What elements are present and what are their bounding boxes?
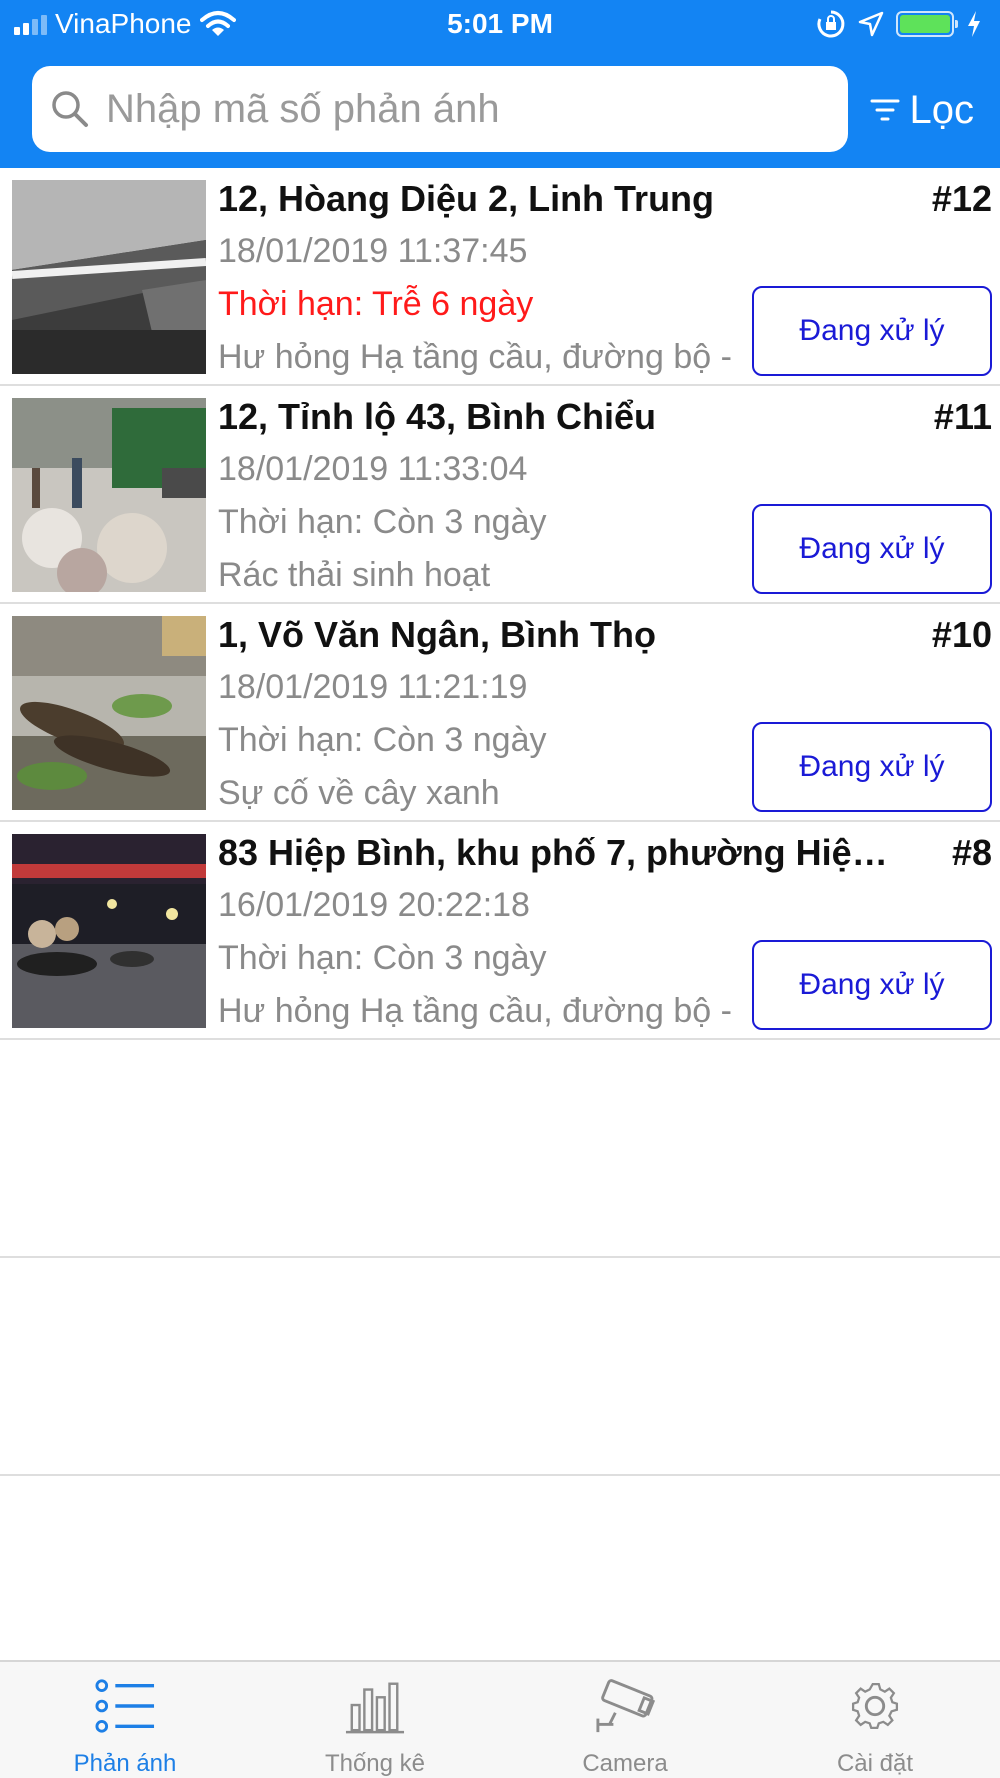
report-datetime: 18/01/2019 11:37:45 (218, 232, 528, 270)
report-row[interactable]: 12, Hòang Diệu 2, Linh Trung #12 18/01/2… (0, 168, 1000, 386)
tab-cai-dat[interactable]: Cài đặt (750, 1662, 1000, 1778)
bar-chart-icon (345, 1682, 405, 1734)
report-deadline: Thời hạn: Trễ 6 ngày (218, 285, 534, 323)
report-row[interactable]: 83 Hiệp Bình, khu phố 7, phường Hiệp B..… (0, 822, 1000, 1040)
tab-bar: Phản ánh Thống kê Camera Cài đặt (0, 1660, 1000, 1778)
status-button[interactable]: Đang xử lý (752, 286, 992, 376)
report-address: 1, Võ Văn Ngân, Bình Thọ (218, 614, 657, 655)
report-datetime: 16/01/2019 20:22:18 (218, 886, 530, 924)
tab-label: Camera (582, 1750, 668, 1777)
report-address: 12, Tỉnh lộ 43, Bình Chiểu (218, 396, 657, 437)
tab-camera[interactable]: Camera (500, 1662, 750, 1778)
battery-icon (896, 11, 958, 37)
status-bar-right (816, 8, 982, 40)
search-header: Lọc (0, 48, 1000, 168)
report-thumbnail (12, 834, 206, 1028)
status-button[interactable]: Đang xử lý (752, 722, 992, 812)
charging-bolt-icon (968, 11, 980, 37)
location-arrow-icon (858, 11, 884, 37)
search-box[interactable] (32, 66, 848, 152)
report-category: Sự cố về cây xanh (218, 774, 500, 812)
tab-label: Phản ánh (73, 1750, 177, 1777)
report-category: Hư hỏng Hạ tầng cầu, đường bộ - (218, 992, 732, 1030)
list-icon (95, 1679, 155, 1733)
report-row[interactable]: 1, Võ Văn Ngân, Bình Thọ #10 18/01/2019 … (0, 604, 1000, 822)
report-address: 83 Hiệp Bình, khu phố 7, phường Hiệp B..… (218, 832, 898, 873)
gear-icon (851, 1682, 899, 1730)
report-thumbnail (12, 398, 206, 592)
report-address: 12, Hòang Diệu 2, Linh Trung (218, 178, 715, 219)
empty-row (0, 1258, 1000, 1476)
search-icon (52, 91, 88, 127)
status-bar: VinaPhone 5:01 PM (0, 0, 1000, 48)
report-thumbnail (12, 616, 206, 810)
report-row[interactable]: 12, Tỉnh lộ 43, Bình Chiểu #11 18/01/201… (0, 386, 1000, 604)
tab-thong-ke[interactable]: Thống kê (250, 1662, 500, 1778)
report-datetime: 18/01/2019 11:21:19 (218, 668, 528, 706)
report-code: #12 (931, 178, 992, 219)
tab-label: Cài đặt (836, 1750, 914, 1777)
report-deadline: Thời hạn: Còn 3 ngày (218, 721, 547, 759)
report-thumbnail (12, 180, 206, 374)
report-list: 12, Hòang Diệu 2, Linh Trung #12 18/01/2… (0, 168, 1000, 1476)
status-button[interactable]: Đang xử lý (752, 940, 992, 1030)
report-category: Hư hỏng Hạ tầng cầu, đường bộ - (218, 338, 732, 376)
security-camera-icon (596, 1679, 656, 1733)
report-code: #8 (951, 832, 992, 873)
tab-label: Thống kê (324, 1750, 426, 1777)
filter-icon (870, 99, 899, 121)
tab-phan-anh[interactable]: Phản ánh (0, 1662, 250, 1778)
empty-row (0, 1040, 1000, 1258)
orientation-lock-icon (817, 10, 845, 38)
report-datetime: 18/01/2019 11:33:04 (218, 450, 528, 488)
search-input[interactable] (106, 86, 806, 132)
report-category: Rác thải sinh hoạt (218, 556, 491, 594)
status-button[interactable]: Đang xử lý (752, 504, 992, 594)
report-deadline: Thời hạn: Còn 3 ngày (218, 503, 547, 541)
report-deadline: Thời hạn: Còn 3 ngày (218, 939, 547, 977)
filter-label: Lọc (909, 87, 975, 132)
report-code: #10 (931, 614, 992, 655)
filter-button[interactable]: Lọc (870, 84, 975, 136)
report-code: #11 (933, 396, 992, 437)
